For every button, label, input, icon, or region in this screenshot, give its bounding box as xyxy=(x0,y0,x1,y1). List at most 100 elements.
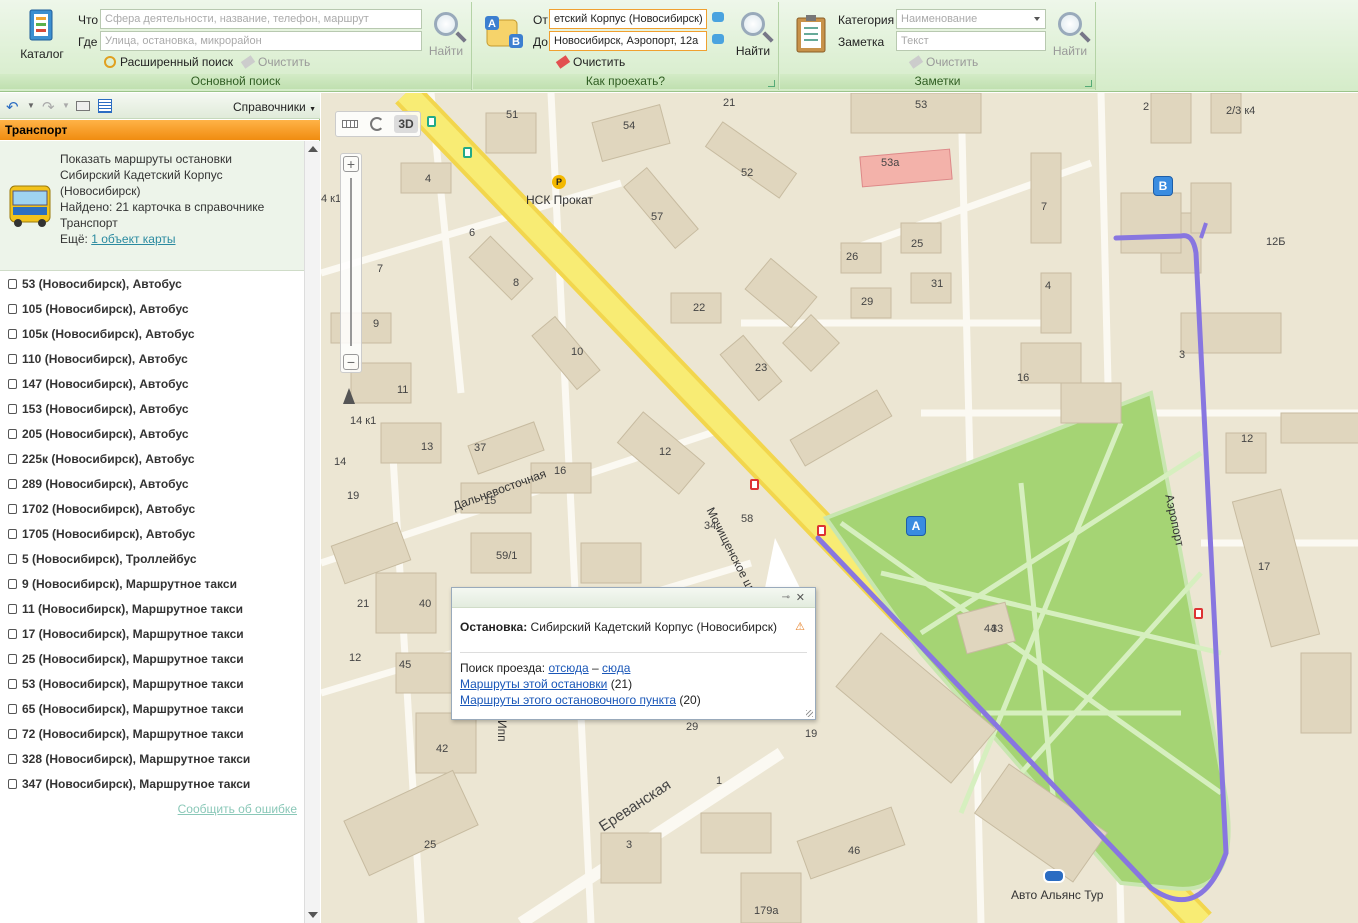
pin-icon[interactable]: ⊸ xyxy=(782,592,790,603)
main-find-label: Найти xyxy=(428,44,464,58)
catalog-button[interactable]: Каталог xyxy=(14,8,70,61)
route-list-item[interactable]: 105 (Новосибирск), Автобус xyxy=(0,300,304,325)
route-list-item[interactable]: 5 (Новосибирск), Троллейбус xyxy=(0,550,304,575)
route-list-item[interactable]: 17 (Новосибирск), Маршрутное такси xyxy=(0,625,304,650)
scroll-up-icon[interactable] xyxy=(308,146,318,152)
bus-icon xyxy=(8,629,17,639)
stop-marker-icon[interactable] xyxy=(750,479,759,490)
zoom-track[interactable] xyxy=(350,178,352,346)
back-dropdown-icon[interactable]: ▼ xyxy=(27,101,35,110)
ruler-icon[interactable] xyxy=(342,120,358,128)
from-input[interactable]: етский Корпус (Новосибирск) xyxy=(549,9,707,29)
route-list-item[interactable]: 105к (Новосибирск), Автобус xyxy=(0,325,304,350)
marker-a[interactable]: A xyxy=(906,516,926,536)
route-list-item[interactable]: 25 (Новосибирск), Маршрутное такси xyxy=(0,650,304,675)
note-input[interactable]: Текст xyxy=(896,31,1046,51)
poi-avto-alyans[interactable]: Авто Альянс Тур xyxy=(1011,888,1103,902)
zoom-slider[interactable]: + − xyxy=(340,153,362,373)
category-select[interactable]: Наименование xyxy=(896,9,1046,29)
route-list-item[interactable]: 225к (Новосибирск), Автобус xyxy=(0,450,304,475)
route-list-item[interactable]: 1705 (Новосибирск), Автобус xyxy=(0,525,304,550)
stop-routes-link[interactable]: Маршруты этой остановки xyxy=(460,677,607,691)
house-number: 12 xyxy=(1241,433,1254,445)
forward-dropdown-icon[interactable]: ▼ xyxy=(62,101,70,110)
bus-stop-icon[interactable] xyxy=(1043,869,1065,883)
main-clear-button[interactable]: Очистить xyxy=(240,55,310,69)
route-list-item[interactable]: 65 (Новосибирск), Маршрутное такси xyxy=(0,700,304,725)
route-list-item[interactable]: 1702 (Новосибирск), Автобус xyxy=(0,500,304,525)
what-input[interactable]: Сфера деятельности, название, телефон, м… xyxy=(100,9,422,29)
to-input[interactable]: Новосибирск, Аэропорт, 12а xyxy=(549,31,707,51)
print-icon[interactable] xyxy=(76,101,90,111)
route-label: 347 (Новосибирск), Маршрутное такси xyxy=(22,777,251,791)
house-number: 37 xyxy=(474,442,487,454)
house-number: 25 xyxy=(911,238,924,250)
notes-clear-button[interactable]: Очистить xyxy=(908,55,978,69)
notes-group-launcher[interactable] xyxy=(1085,80,1092,87)
eraser-icon xyxy=(240,55,256,69)
route-label: 105 (Новосибирск), Автобус xyxy=(22,302,189,316)
to-pin-icon[interactable] xyxy=(712,34,724,44)
route-list-item[interactable]: 328 (Новосибирск), Маршрутное такси xyxy=(0,750,304,775)
zoom-out-icon[interactable]: − xyxy=(343,354,359,370)
more-objects-link[interactable]: 1 объект карты xyxy=(91,232,175,246)
bus-icon xyxy=(8,754,17,764)
stop-marker-icon[interactable] xyxy=(463,147,472,158)
chevron-down-icon[interactable] xyxy=(1034,17,1040,21)
house-number: 53а xyxy=(881,157,900,169)
close-icon[interactable]: ✕ xyxy=(796,591,805,604)
directories-menu[interactable]: Справочники ▼ xyxy=(233,100,316,114)
notes-find-label: Найти xyxy=(1052,44,1088,58)
map-canvas[interactable] xyxy=(321,93,1358,923)
route-find-button[interactable]: Найти xyxy=(735,12,771,58)
route-clear-button[interactable]: Очистить xyxy=(555,55,625,69)
advanced-search-button[interactable]: Расширенный поиск xyxy=(104,55,233,69)
stop-popup: ⊸ ✕ Остановка: Сибирский Кадетский Корпу… xyxy=(451,587,816,720)
left-toolbar: ↶ ▼ ↷ ▼ Справочники ▼ xyxy=(0,93,320,119)
route-from-here-link[interactable]: отсюда xyxy=(548,661,588,675)
route-list-item[interactable]: 289 (Новосибирск), Автобус xyxy=(0,475,304,500)
rotate-icon[interactable] xyxy=(370,117,384,131)
route-list-item[interactable]: 205 (Новосибирск), Автобус xyxy=(0,425,304,450)
marker-b[interactable]: B xyxy=(1153,176,1173,196)
stop-marker-icon[interactable] xyxy=(427,116,436,127)
3d-toggle[interactable]: 3D xyxy=(394,115,418,133)
route-list-item[interactable]: 347 (Новосибирск), Маршрутное такси xyxy=(0,775,304,800)
parking-icon[interactable]: P xyxy=(552,175,566,189)
route-list-item[interactable]: 11 (Новосибирск), Маршрутное такси xyxy=(0,600,304,625)
poi-nsk-prokat[interactable]: НСК Прокат xyxy=(526,193,593,207)
stop-marker-icon[interactable] xyxy=(1194,608,1203,619)
route-list-item[interactable]: 53 (Новосибирск), Маршрутное такси xyxy=(0,675,304,700)
from-pin-icon[interactable] xyxy=(712,12,724,22)
route-list-item[interactable]: 72 (Новосибирск), Маршрутное такси xyxy=(0,725,304,750)
bus-icon xyxy=(8,529,17,539)
route-group-launcher[interactable] xyxy=(768,80,775,87)
map-view[interactable]: Мочищенское шоссе Дальневосточная Аэропо… xyxy=(321,93,1358,923)
main-find-button[interactable]: Найти xyxy=(428,12,464,58)
where-input[interactable]: Улица, остановка, микрорайон xyxy=(100,31,422,51)
notes-find-button[interactable]: Найти xyxy=(1052,12,1088,58)
route-list-item[interactable]: 147 (Новосибирск), Автобус xyxy=(0,375,304,400)
bus-icon xyxy=(8,379,17,389)
route-list-item[interactable]: 9 (Новосибирск), Маршрутное такси xyxy=(0,575,304,600)
forward-arrow-icon[interactable]: ↷ xyxy=(42,98,55,116)
route-list-item[interactable]: 110 (Новосибирск), Автобус xyxy=(0,350,304,375)
route-to-here-link[interactable]: сюда xyxy=(602,661,630,675)
house-number: 10 xyxy=(571,346,584,358)
report-error-link[interactable]: Сообщить об ошибке xyxy=(178,802,297,816)
stop-marker-icon[interactable] xyxy=(817,525,826,536)
popup-dash: – xyxy=(591,661,599,675)
back-arrow-icon[interactable]: ↶ xyxy=(6,98,19,116)
resize-grip-icon[interactable] xyxy=(806,710,813,717)
route-list-item[interactable]: 53 (Новосибирск), Автобус xyxy=(0,275,304,300)
route-label: 225к (Новосибирск), Автобус xyxy=(22,452,195,466)
zoom-in-icon[interactable]: + xyxy=(343,156,359,172)
stop-point-routes-link[interactable]: Маршруты этого остановочного пункта xyxy=(460,693,676,707)
warning-icon[interactable]: ⚠ xyxy=(795,620,805,633)
route-list-item[interactable]: 153 (Новосибирск), Автобус xyxy=(0,400,304,425)
scroll-down-icon[interactable] xyxy=(308,912,318,918)
list-view-icon[interactable] xyxy=(98,99,112,113)
left-scrollbar[interactable] xyxy=(304,141,320,923)
compass-icon[interactable] xyxy=(343,388,355,404)
house-number: 52 xyxy=(741,167,754,179)
